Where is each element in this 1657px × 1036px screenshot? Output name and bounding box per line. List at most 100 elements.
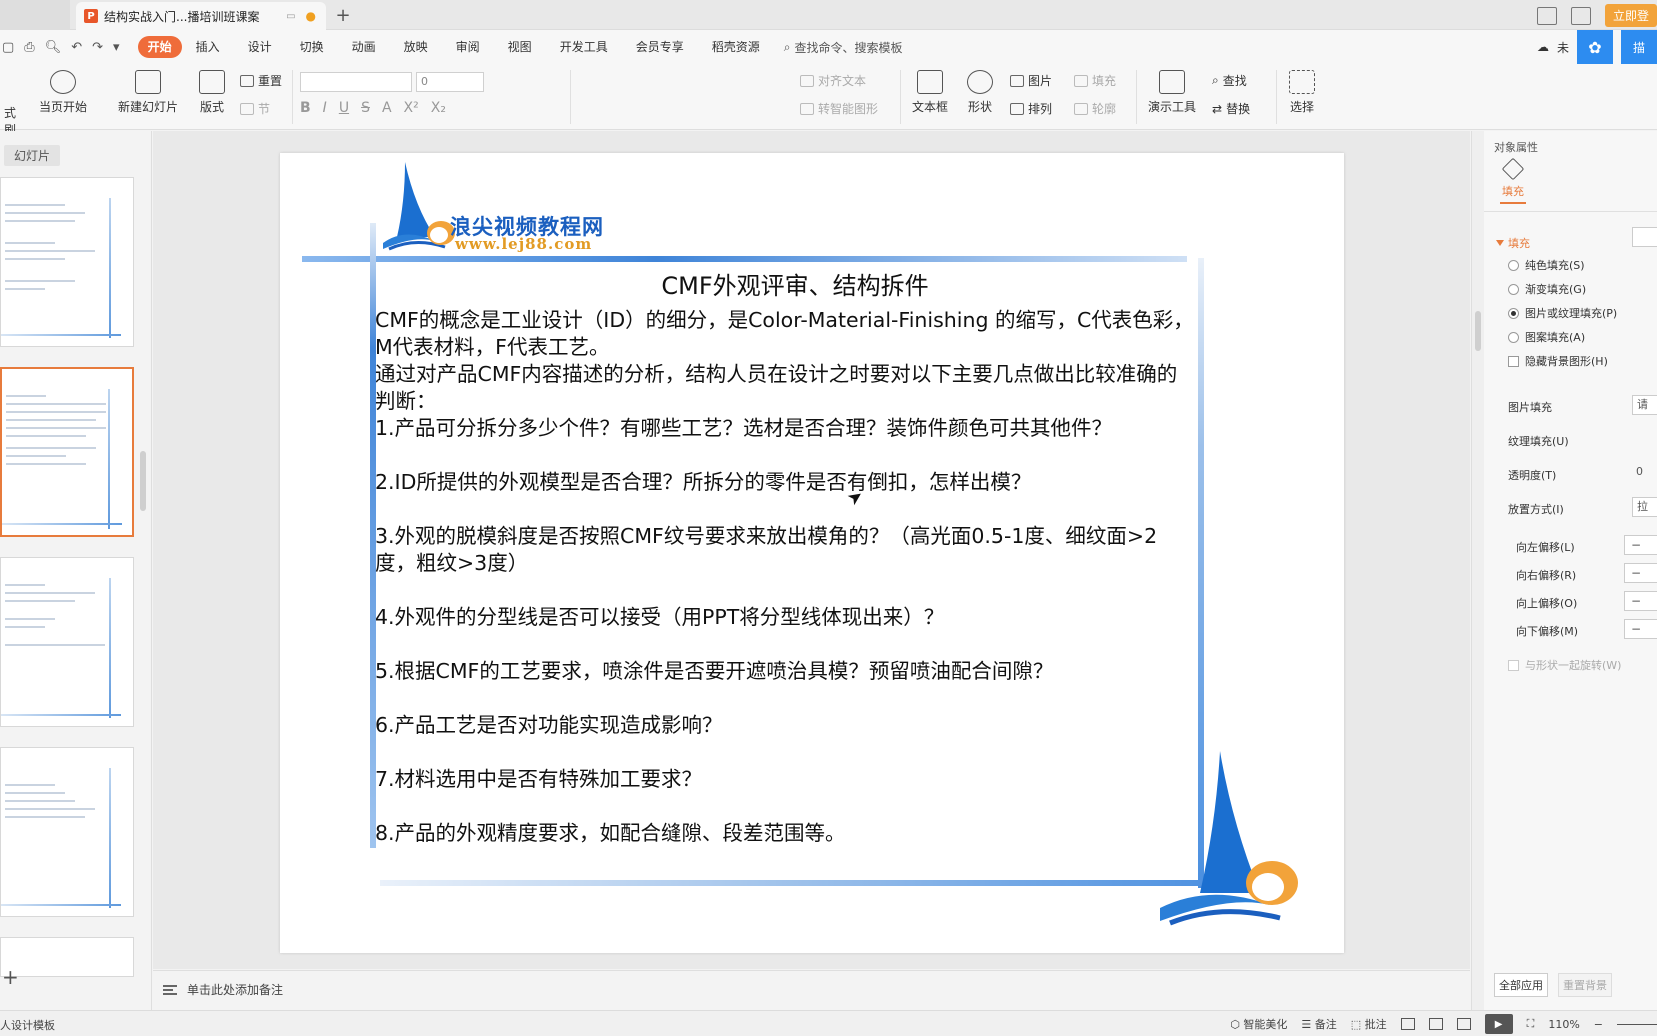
- customize-icon[interactable]: ▾: [113, 40, 120, 55]
- section-button[interactable]: 节: [240, 100, 270, 117]
- slide[interactable]: 浪尖视频教程网 www.lej88.com CMF外观评审、结构拆件 CMF的概…: [280, 153, 1344, 953]
- font-color-icon[interactable]: A: [382, 100, 392, 116]
- replace-button[interactable]: ⇄ 替换: [1212, 100, 1250, 117]
- slide-body-text[interactable]: CMF的概念是工业设计（ID）的细分，是Color-Material-Finis…: [375, 307, 1195, 847]
- texture-fill-label[interactable]: 纹理填充(U): [1508, 433, 1569, 449]
- slide-thumbnail[interactable]: [0, 747, 134, 917]
- fill-tab[interactable]: 填充: [1498, 157, 1528, 204]
- placement-select[interactable]: 拉: [1632, 497, 1657, 517]
- arrange-button[interactable]: 排列: [1010, 100, 1052, 117]
- notes-toggle-button[interactable]: ☰ 备注: [1301, 1016, 1336, 1032]
- reset-button[interactable]: 重置: [240, 72, 282, 89]
- slide-title[interactable]: CMF外观评审、结构拆件: [380, 266, 1210, 301]
- zoom-slider[interactable]: [1617, 1023, 1657, 1025]
- redo-icon[interactable]: ↷: [92, 40, 103, 55]
- presenter-tools-button[interactable]: 演示工具: [1142, 70, 1202, 115]
- cloud-sync-icon[interactable]: ☁: [1537, 40, 1549, 54]
- menu-insert[interactable]: 插入: [182, 36, 234, 58]
- transparency-slider[interactable]: 0: [1632, 463, 1657, 483]
- print-preview-icon[interactable]: 🔍︎: [45, 40, 62, 55]
- layout-icon[interactable]: [1536, 6, 1557, 25]
- template-status[interactable]: 人设计模板: [0, 1017, 55, 1033]
- offset-up-stepper[interactable]: −: [1624, 591, 1657, 611]
- font-size-select[interactable]: 0: [416, 72, 484, 92]
- menu-home[interactable]: 开始: [137, 36, 182, 58]
- fill-button[interactable]: 填充: [1074, 72, 1116, 89]
- canvas-scrollbar[interactable]: [1472, 131, 1484, 1011]
- play-from-current-button[interactable]: 当页开始: [34, 70, 92, 115]
- fill-color-picker[interactable]: [1632, 227, 1657, 247]
- select-button[interactable]: 选择: [1282, 70, 1322, 115]
- menu-docer[interactable]: 稻壳资源: [698, 36, 774, 58]
- apps-grid-icon[interactable]: [1570, 6, 1591, 25]
- picture-fill-radio[interactable]: 图片或纹理填充(P): [1508, 305, 1617, 321]
- bold-icon[interactable]: B: [300, 100, 311, 116]
- apply-all-button[interactable]: 全部应用: [1494, 973, 1548, 997]
- print-icon[interactable]: ⎙: [24, 40, 34, 55]
- superscript-icon[interactable]: X²: [404, 100, 419, 116]
- reset-background-button[interactable]: 重置背景: [1558, 973, 1612, 997]
- solid-fill-radio[interactable]: 纯色填充(S): [1508, 257, 1585, 273]
- document-tab-title: 结构实战入门...播培训班课案: [104, 9, 260, 24]
- menu-view[interactable]: 视图: [494, 36, 546, 58]
- tab-stub[interactable]: [0, 0, 70, 30]
- zoom-out-icon[interactable]: −: [1594, 1018, 1603, 1031]
- find-button[interactable]: ⌕ 查找: [1212, 72, 1247, 89]
- picture-button[interactable]: 图片: [1010, 72, 1052, 89]
- collab-icon[interactable]: ✿: [1577, 30, 1613, 64]
- menu-animation[interactable]: 动画: [338, 36, 390, 58]
- menu-developer[interactable]: 开发工具: [546, 36, 622, 58]
- hide-background-checkbox[interactable]: 隐藏背景图形(H): [1508, 353, 1608, 369]
- fit-window-icon[interactable]: ⛶: [1527, 1017, 1535, 1031]
- slides-tab[interactable]: 幻灯片: [4, 145, 61, 166]
- menu-design[interactable]: 设计: [234, 36, 286, 58]
- menu-member[interactable]: 会员专享: [622, 36, 698, 58]
- textbox-button[interactable]: 文本框: [906, 70, 954, 115]
- new-slide-button[interactable]: 新建幻灯片: [112, 70, 184, 115]
- new-tab-button[interactable]: +: [332, 4, 354, 26]
- smart-beautify-button[interactable]: ⬡ 智能美化: [1230, 1016, 1287, 1032]
- command-search[interactable]: ⌕ 查找命令、搜索模板: [784, 39, 903, 56]
- reading-view-icon[interactable]: [1456, 1018, 1471, 1030]
- document-tab[interactable]: P 结构实战入门...播培训班课案 ▭ ●: [76, 2, 326, 30]
- zoom-level[interactable]: 110%: [1548, 1018, 1579, 1031]
- convert-smartart-button[interactable]: 转智能图形: [800, 100, 878, 117]
- slide-thumbnail[interactable]: [0, 557, 134, 727]
- panel-title[interactable]: 对象属性: [1494, 139, 1538, 155]
- subscript-icon[interactable]: X₂: [431, 100, 446, 116]
- share-button[interactable]: 描: [1621, 30, 1657, 64]
- menu-slideshow[interactable]: 放映: [390, 36, 442, 58]
- undo-icon[interactable]: ↶: [71, 40, 82, 55]
- save-icon[interactable]: ▢: [2, 40, 14, 55]
- pattern-fill-radio[interactable]: 图案填充(A): [1508, 329, 1585, 345]
- pin-icon[interactable]: ▭: [286, 11, 295, 22]
- slide-thumbnail[interactable]: [0, 937, 134, 977]
- gradient-fill-radio[interactable]: 渐变填充(G): [1508, 281, 1586, 297]
- offset-left-stepper[interactable]: −: [1624, 535, 1657, 555]
- offset-right-stepper[interactable]: −: [1624, 563, 1657, 583]
- slides-scrollbar[interactable]: [140, 451, 146, 511]
- italic-icon[interactable]: I: [323, 100, 327, 116]
- add-slide-button[interactable]: +: [2, 965, 19, 989]
- strikethrough-icon[interactable]: S: [361, 100, 370, 116]
- align-text-button[interactable]: 对齐文本: [800, 72, 866, 89]
- font-family-select[interactable]: [300, 72, 412, 92]
- picture-fill-select[interactable]: 请: [1632, 395, 1657, 415]
- underline-icon[interactable]: U: [339, 100, 349, 116]
- login-button[interactable]: 立即登: [1604, 4, 1657, 27]
- slide-thumbnail-current[interactable]: [0, 367, 134, 537]
- shape-button[interactable]: 形状: [960, 70, 1000, 115]
- slideshow-play-button[interactable]: ▶: [1484, 1014, 1513, 1034]
- rotate-with-shape-checkbox[interactable]: 与形状一起旋转(W): [1508, 657, 1621, 673]
- sorter-view-icon[interactable]: [1428, 1018, 1443, 1030]
- fill-section-header[interactable]: 填充: [1496, 235, 1530, 251]
- menu-review[interactable]: 审阅: [442, 36, 494, 58]
- notes-bar[interactable]: 单击此处添加备注: [153, 970, 1470, 1008]
- normal-view-icon[interactable]: [1400, 1018, 1415, 1030]
- outline-button[interactable]: 轮廓: [1074, 100, 1116, 117]
- offset-down-stepper[interactable]: −: [1624, 619, 1657, 639]
- layout-button[interactable]: 版式: [194, 70, 230, 115]
- comments-button[interactable]: ⬚ 批注: [1351, 1016, 1387, 1032]
- slide-thumbnail[interactable]: [0, 177, 134, 347]
- menu-transition[interactable]: 切换: [286, 36, 338, 58]
